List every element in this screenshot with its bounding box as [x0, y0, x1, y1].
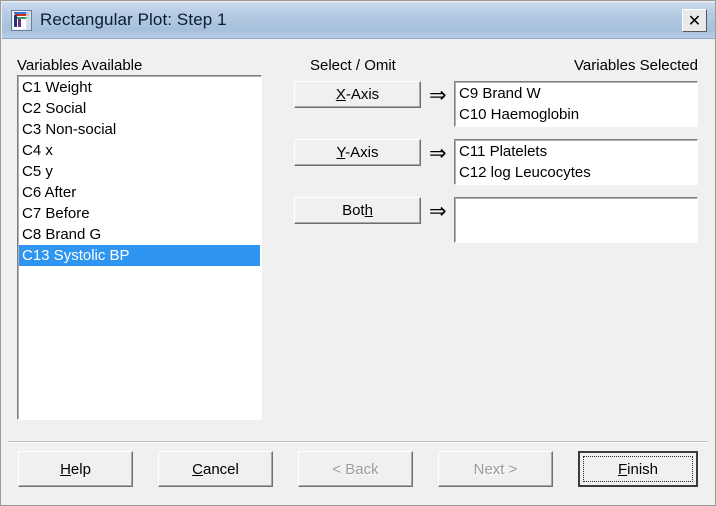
list-item[interactable]: C11 Platelets	[456, 141, 697, 162]
variables-selected-label: Variables Selected	[574, 57, 698, 74]
back-label: < Back	[332, 460, 379, 478]
footer-divider	[8, 441, 708, 443]
y-axis-button[interactable]: Y-Axis	[294, 139, 421, 166]
cancel-accel: C	[192, 460, 203, 478]
x-axis-button[interactable]: X-Axis	[294, 81, 421, 108]
window-title: Rectangular Plot: Step 1	[40, 10, 227, 29]
y-axis-arrow-icon: ⇒	[429, 141, 447, 165]
help-button[interactable]: Help	[18, 451, 133, 487]
help-label-rest: elp	[70, 460, 91, 478]
select-omit-label: Select / Omit	[310, 57, 396, 74]
back-button[interactable]: < Back	[298, 451, 413, 487]
y-axis-selected-list[interactable]: C11 Platelets C12 log Leucocytes	[454, 139, 698, 185]
finish-button[interactable]: Finish	[578, 451, 698, 487]
list-item[interactable]: C8 Brand G	[19, 224, 261, 245]
list-item[interactable]: C5 y	[19, 161, 261, 182]
list-item[interactable]: C6 After	[19, 182, 261, 203]
list-item[interactable]: C2 Social	[19, 98, 261, 119]
x-axis-label-rest: -Axis	[345, 86, 380, 103]
next-button[interactable]: Next >	[438, 451, 553, 487]
both-arrow-icon: ⇒	[429, 199, 447, 223]
cancel-label-rest: ancel	[202, 460, 239, 478]
y-axis-label-rest: -Axis	[345, 144, 379, 161]
list-item[interactable]: C7 Before	[19, 203, 261, 224]
both-label-start: Bot	[342, 202, 365, 219]
finish-focus-ring: Finish	[583, 456, 693, 482]
list-item[interactable]: C9 Brand W	[456, 83, 697, 104]
variables-available-label: Variables Available	[17, 57, 143, 74]
list-item-selected[interactable]: C13 Systolic BP	[19, 245, 260, 266]
y-axis-accel: Y	[336, 144, 346, 161]
list-item[interactable]: C10 Haemoglobin	[456, 104, 697, 125]
close-button[interactable]: ✕	[682, 9, 707, 32]
list-item[interactable]: C12 log Leucocytes	[456, 162, 697, 183]
list-item[interactable]: C1 Weight	[19, 77, 261, 98]
plot-icon	[11, 10, 32, 31]
next-label: Next >	[473, 460, 518, 478]
x-axis-selected-list[interactable]: C9 Brand W C10 Haemoglobin	[454, 81, 698, 127]
list-item[interactable]: C4 x	[19, 140, 261, 161]
help-accel: H	[60, 460, 71, 478]
cancel-button[interactable]: Cancel	[158, 451, 273, 487]
x-axis-arrow-icon: ⇒	[429, 83, 447, 107]
rectangular-plot-dialog: Rectangular Plot: Step 1 ✕ Variables Ava…	[0, 0, 716, 506]
both-accel: h	[364, 202, 373, 219]
close-icon: ✕	[687, 10, 702, 30]
finish-label-rest: inish	[627, 460, 659, 478]
title-bar: Rectangular Plot: Step 1 ✕	[2, 2, 715, 39]
variables-available-list[interactable]: C1 Weight C2 Social C3 Non-social C4 x C…	[17, 75, 262, 420]
list-item[interactable]: C3 Non-social	[19, 119, 261, 140]
both-selected-list[interactable]	[454, 197, 698, 243]
finish-accel: F	[617, 460, 628, 478]
both-button[interactable]: Both	[294, 197, 421, 224]
x-axis-accel: X	[335, 86, 346, 103]
